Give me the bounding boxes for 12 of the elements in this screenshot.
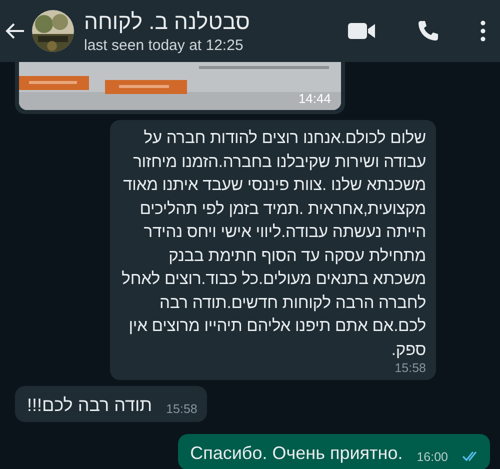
- message-time: 16:00: [416, 450, 448, 464]
- phone-icon[interactable]: [416, 19, 440, 43]
- menu-icon[interactable]: [480, 20, 486, 42]
- message-text: Спасибо. Очень приятно.: [190, 442, 403, 464]
- message-time: 14:44: [298, 91, 331, 106]
- message-text: שלום לכולם.אנחנו רוצים להודות חברה על עבודה ושירות שקיבלנו בחברה.הזמנו מיחזור משכנתא שלנו .צוות פיננסי שעבד איתנו מאוד מקצועית,אחראית .תמיד בזמן לפי תהליכים הייתה נעשתה עבודה.ליווי אישי ויחס נהידר מתחילת עסקה עד הסוף חתימת בבנק משכתא בתנאים מעולים.כל כבוד.רוצים לאחל לחברה הרבה לקוחות חדשים.תודה רבה לכם.אם אתם תיפנו אליהם תיהייו מרוצים אין ספק.: [120, 127, 426, 360]
- message-text: תודה רבה לכם!!!: [27, 394, 152, 416]
- message-time: 15:58: [166, 402, 198, 416]
- contact-name[interactable]: סבטלנה ב. לקוחה: [84, 8, 250, 34]
- video-call-icon[interactable]: [348, 22, 376, 40]
- message-time: 15:58: [394, 361, 426, 375]
- last-seen-status: last seen today at 12:25: [84, 36, 244, 54]
